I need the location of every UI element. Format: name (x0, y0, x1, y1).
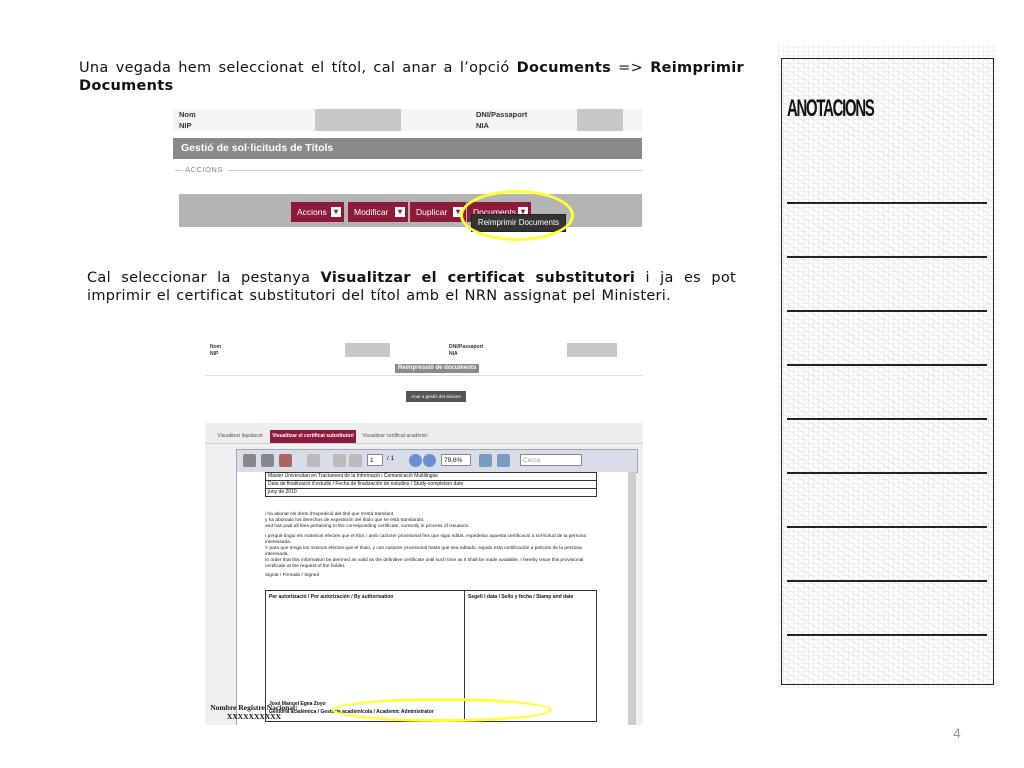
pdf-document-page: Màster Universitari en Tractament de la … (236, 472, 630, 725)
label-nom: Nom (179, 110, 196, 119)
tab-certificat-academic[interactable]: Visualitzar certificat acadèmic (358, 430, 432, 443)
sign-right-label: Segell i data / Sello y fecha / Stamp an… (468, 594, 574, 600)
annotation-line (787, 310, 987, 312)
instruction-bold-documents: Documents (516, 60, 612, 76)
highlight-ellipse (460, 190, 574, 241)
accions-section-label: — ACCIONS (175, 165, 223, 174)
back-to-student-button[interactable]: Anar a gestió del alumne (406, 391, 466, 402)
page-total: / 1 (387, 455, 395, 462)
annotation-line (787, 526, 987, 528)
annotation-line (787, 256, 987, 258)
instruction-text: Una vegada hem seleccionat el títol, cal… (79, 60, 517, 76)
arrow-up-icon[interactable] (333, 454, 346, 467)
page-title: Gestió de sol·licituds de Títols (173, 138, 642, 159)
print-icon[interactable] (243, 454, 256, 467)
page-title: Reimpressió de documents (395, 364, 479, 373)
sidebar-title: ANOTACIONS (787, 95, 875, 122)
sidebar-frame (781, 58, 994, 685)
duplicar-button[interactable]: Duplicar ▾ (410, 202, 466, 222)
annotation-line (787, 580, 987, 582)
tab-strip: Visualitzar liquidació Visualitzar el ce… (205, 423, 643, 444)
annotations-sidebar: ANOTACIONS (778, 44, 997, 688)
annotation-line (787, 634, 987, 636)
fit-page-icon[interactable] (479, 454, 492, 467)
chevron-down-icon: ▾ (395, 207, 405, 217)
screenshot-reimpressio: Nom NIP DNI/Passaport NIA Reimpressió de… (205, 343, 643, 725)
arrow-down-icon[interactable] (349, 454, 362, 467)
nom-value-box (315, 109, 401, 131)
bookmark-icon[interactable] (307, 454, 320, 467)
chevron-down-icon: ▾ (331, 207, 341, 217)
label-nip: NIP (210, 351, 219, 357)
instruction-arrow: => (611, 60, 651, 76)
annotation-line (787, 364, 987, 366)
label-nip: NIP (179, 121, 192, 130)
annotation-line (787, 418, 987, 420)
label-dni: DNI/Passaport (449, 344, 484, 350)
save-icon[interactable] (261, 454, 274, 467)
tab-liquidacio[interactable]: Visualitzar liquidació (209, 430, 271, 443)
label-nia: NIA (449, 351, 458, 357)
page-input[interactable]: 1 (367, 454, 383, 466)
zoom-select[interactable]: 79,6% (441, 454, 471, 466)
student-info-grid: Nom NIP DNI/Passaport NIA (173, 109, 642, 131)
instruction-text: Cal seleccionar la pestanya (87, 270, 321, 286)
dni-value-box (577, 109, 623, 131)
tab-certificat-substitutori[interactable]: Visualitzar el certificat substitutori (270, 430, 356, 443)
instruction-paragraph-1: Una vegada hem seleccionat el títol, cal… (79, 59, 744, 95)
pdf-scrollbar[interactable] (628, 472, 636, 725)
annotation-line (787, 472, 987, 474)
label-dni: DNI/Passaport (476, 110, 528, 119)
student-info-grid: Nom NIP DNI/Passaport NIA (205, 343, 643, 359)
instruction-paragraph-2: Cal seleccionar la pestanya Visualitzar … (87, 269, 736, 305)
pdf-toolbar: 1 / 1 79,6% Cerca (236, 449, 638, 473)
fit-width-icon[interactable] (497, 454, 510, 467)
zoom-in-icon[interactable] (423, 454, 436, 467)
study-info-table: Màster Universitari en Tractament de la … (265, 472, 597, 497)
annotation-line (787, 202, 987, 204)
section-divider (228, 170, 642, 171)
accions-button[interactable]: Accions ▾ (291, 202, 344, 222)
attach-icon[interactable] (279, 454, 292, 467)
doc-body: i ha abonat els drets d'expedició del tí… (265, 512, 587, 578)
dni-value-box (567, 343, 617, 357)
table-row: Data de finalització d'estudis / Fecha d… (266, 481, 596, 489)
instruction-bold-tab: Visualitzar el certificat substitutori (320, 270, 636, 286)
search-input[interactable]: Cerca (520, 454, 582, 466)
table-row: Màster Universitari en Tractament de la … (266, 473, 596, 481)
sign-left-label: Per autorització / Por autorización / By… (269, 594, 394, 600)
label-nom: Nom (210, 344, 222, 350)
table-row: juny de 2010 (268, 489, 297, 495)
page-number: 4 (953, 725, 961, 741)
zoom-out-icon[interactable] (409, 454, 422, 467)
nrn-label: Nombre Registre Nacional: XXXXXXXXXX (210, 703, 298, 721)
nom-value-box (345, 343, 390, 357)
highlight-ellipse (332, 698, 552, 722)
modificar-button[interactable]: Modificar ▾ (348, 202, 408, 222)
section-divider (205, 375, 643, 376)
label-nia: NIA (476, 121, 489, 130)
pdf-viewer: 1 / 1 79,6% Cerca Màster Universitari en… (205, 444, 643, 725)
